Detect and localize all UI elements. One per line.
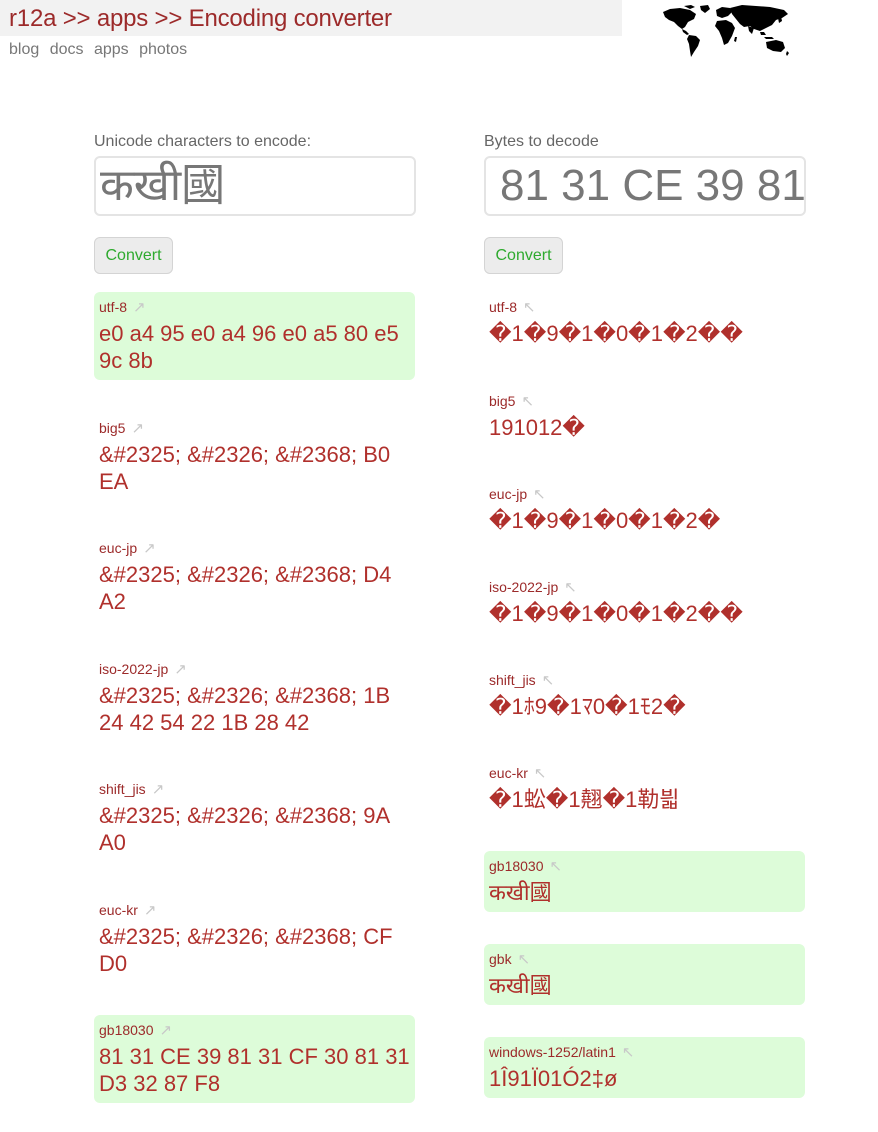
encoding-name-label: big5 (99, 420, 126, 436)
encoding-name-label: windows-1252/latin1 (489, 1044, 616, 1060)
decode-convert-button[interactable]: Convert (484, 237, 563, 274)
decode-input[interactable]: 81 31 CE 39 81 31 CF 30 81 31 D3 32 87 F… (484, 156, 806, 216)
encoding-value: कखी國 (489, 880, 552, 905)
encoding-value: &#2325; &#2326; &#2368; CF D0 (99, 924, 393, 976)
encoding-value: �1�9�1�0�1�2�� (489, 601, 743, 626)
encode-convert-button[interactable]: Convert (94, 237, 173, 274)
encoding-value: �1�9�1�0�1�2� (489, 508, 721, 533)
encoding-result-gb18030: gb18030 ↖ कखी國 (484, 851, 805, 912)
encoding-value: &#2325; &#2326; &#2368; 1B 24 42 54 22 1… (99, 683, 391, 735)
encoding-result-shift-jis: shift_jis ↗ &#2325; &#2326; &#2368; 9A A0 (94, 774, 415, 862)
encoding-result-euc-kr: euc-kr ↖ �1蚣�1翹�1勒븳 (484, 758, 805, 819)
arrow-up-left-icon[interactable]: ↖ (533, 486, 546, 503)
encoding-name-label: gb18030 (489, 858, 544, 874)
encoding-name: utf-8 ↖ (489, 298, 800, 317)
breadcrumb-home-link[interactable]: r12a (9, 5, 56, 32)
encoding-name: big5 ↖ (489, 392, 800, 411)
arrow-up-right-icon[interactable]: ↗ (143, 540, 156, 557)
encoding-result-euc-jp: euc-jp ↗ &#2325; &#2326; &#2368; D4 A2 (94, 533, 415, 621)
encoding-result-euc-jp: euc-jp ↖ �1�9�1�0�1�2� (484, 479, 805, 540)
encoding-result-utf-8: utf-8 ↗ e0 a4 95 e0 a4 96 e0 a5 80 e5 9c 8… (94, 292, 415, 380)
encoding-value: &#2325; &#2326; &#2368; 9A A0 (99, 803, 389, 855)
encoding-name: euc-jp ↗ (99, 539, 410, 558)
arrow-up-right-icon[interactable]: ↗ (133, 299, 146, 316)
arrow-up-right-icon[interactable]: ↗ (152, 781, 165, 798)
encoding-name: gb18030 ↗ (99, 1021, 410, 1040)
encoding-name-label: gbk (489, 951, 512, 967)
encoding-name-label: euc-jp (489, 486, 528, 502)
arrow-up-right-icon[interactable]: ↗ (160, 1022, 173, 1039)
encoding-result-windows-1252-latin1: windows-1252/latin1 ↖ 1Î91Ï01Ó2‡ø (484, 1037, 805, 1098)
encoding-name: utf-8 ↗ (99, 298, 410, 317)
encoding-value: �1蚣�1翹�1勒븳 (489, 787, 680, 812)
arrow-up-left-icon[interactable]: ↖ (521, 393, 534, 410)
encoding-result-gbk: gbk ↖ कखी國 (484, 944, 805, 1005)
arrow-up-left-icon[interactable]: ↖ (518, 951, 531, 968)
encoding-name: windows-1252/latin1 ↖ (489, 1043, 800, 1062)
encoding-name: gbk ↖ (489, 950, 800, 969)
encoding-result-big5: big5 ↗ &#2325; &#2326; &#2368; B0 EA (94, 413, 415, 501)
encoding-value: कखी國 (489, 973, 552, 998)
arrow-up-right-icon[interactable]: ↗ (174, 661, 187, 678)
encoding-name: euc-kr ↗ (99, 901, 410, 920)
encoding-name-label: utf-8 (489, 299, 518, 315)
encoding-name-label: euc-kr (489, 765, 528, 781)
nav-blog-link[interactable]: blog (9, 41, 39, 58)
encoding-result-euc-kr: euc-kr ↗ &#2325; &#2326; &#2368; CF D0 (94, 895, 415, 983)
encoding-value: 1Î91Ï01Ó2‡ø (489, 1066, 618, 1091)
encoding-name: shift_jis ↖ (489, 671, 800, 690)
encoding-value: 81 31 CE 39 81 31 CF 30 81 31 D3 32 87 F… (99, 1044, 410, 1096)
encoding-result-gb18030: gb18030 ↗ 81 31 CE 39 81 31 CF 30 81 31 D3… (94, 1015, 415, 1103)
breadcrumb-separator: >> (62, 5, 91, 32)
nav-docs-link[interactable]: docs (50, 41, 84, 58)
arrow-up-left-icon[interactable]: ↖ (534, 765, 547, 782)
encoding-result-big5: big5 ↖ 191012� (484, 386, 805, 447)
encoding-name-label: iso-2022-jp (489, 579, 559, 595)
breadcrumb-apps-link[interactable]: apps (97, 5, 148, 32)
decode-label: Bytes to decode (484, 133, 599, 150)
encoding-value: &#2325; &#2326; &#2368; B0 EA (99, 442, 391, 494)
encoding-name-label: shift_jis (489, 672, 536, 688)
arrow-up-left-icon[interactable]: ↖ (622, 1044, 635, 1061)
arrow-up-left-icon[interactable]: ↖ (564, 579, 577, 596)
encoding-name: big5 ↗ (99, 419, 410, 438)
nav-apps-link[interactable]: apps (94, 41, 129, 58)
top-nav: blog docs apps photos (9, 41, 193, 59)
encoding-result-iso-2022-jp: iso-2022-jp ↗ &#2325; &#2326; &#2368; 1B 2… (94, 654, 415, 742)
nav-photos-link[interactable]: photos (139, 41, 187, 58)
encoding-name: iso-2022-jp ↗ (99, 660, 410, 679)
encoding-name: shift_jis ↗ (99, 780, 410, 799)
breadcrumb-separator: >> (154, 5, 183, 32)
arrow-up-left-icon[interactable]: ↖ (550, 858, 563, 875)
encoding-result-iso-2022-jp: iso-2022-jp ↖ �1�9�1�0�1�2�� (484, 572, 805, 633)
encoding-name: iso-2022-jp ↖ (489, 578, 800, 597)
encoding-name-label: big5 (489, 393, 516, 409)
encoding-name: euc-jp ↖ (489, 485, 800, 504)
encoding-result-utf-8: utf-8 ↖ �1�9�1�0�1�2�� (484, 292, 805, 353)
encoding-name: gb18030 ↖ (489, 857, 800, 876)
arrow-up-right-icon[interactable]: ↗ (144, 902, 157, 919)
arrow-up-right-icon[interactable]: ↗ (131, 420, 144, 437)
encoding-value: 191012� (489, 415, 585, 440)
arrow-up-left-icon[interactable]: ↖ (523, 299, 536, 316)
encoding-value: &#2325; &#2326; &#2368; D4 A2 (99, 562, 392, 614)
encode-label: Unicode characters to encode: (94, 133, 312, 150)
encoding-name: euc-kr ↖ (489, 764, 800, 783)
encoding-result-shift-jis: shift_jis ↖ �1ﾎ9�1ﾏ0�1ﾓ2� (484, 665, 805, 726)
encode-input[interactable]: कखी國 (94, 156, 416, 216)
breadcrumb: r12a >> apps >> Encoding converter (9, 5, 392, 33)
encoding-value: �1�9�1�0�1�2�� (489, 321, 743, 346)
encoding-name-label: utf-8 (99, 299, 128, 315)
encoding-name-label: gb18030 (99, 1022, 154, 1038)
world-map-icon (663, 5, 789, 57)
encoding-name-label: shift_jis (99, 781, 146, 797)
encoding-name-label: euc-jp (99, 540, 138, 556)
arrow-up-left-icon[interactable]: ↖ (542, 672, 555, 689)
encoding-name-label: iso-2022-jp (99, 661, 169, 677)
page-title: Encoding converter (188, 5, 392, 32)
encoding-name-label: euc-kr (99, 902, 138, 918)
encoding-value: �1ﾎ9�1ﾏ0�1ﾓ2� (489, 694, 686, 719)
encoding-value: e0 a4 95 e0 a4 96 e0 a5 80 e5 9c 8b (99, 321, 399, 373)
